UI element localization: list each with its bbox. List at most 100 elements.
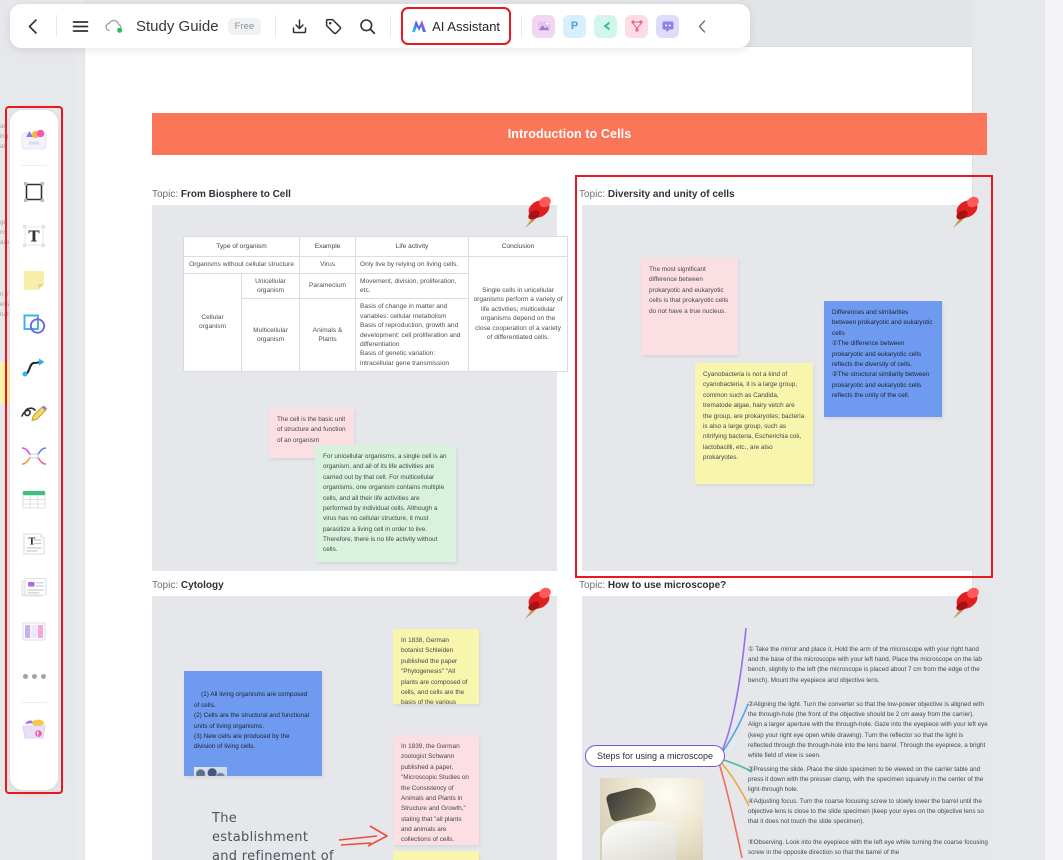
sticky-note-partial-bottom[interactable] [393, 851, 479, 860]
organism-table: Type of organism Example Life activity C… [182, 235, 569, 372]
chat-app-icon[interactable] [656, 14, 680, 38]
topic-title-4: How to use microscope? [607, 580, 727, 591]
topic-prefix: Topic: [579, 580, 606, 591]
topic-title-1: From Biosphere to Cell [180, 189, 291, 200]
ai-assistant-button[interactable]: AI Assistant [401, 7, 512, 45]
cell-micrograph-thumbnail [194, 767, 227, 776]
templates-icon [21, 129, 47, 150]
more-tools[interactable] [14, 655, 54, 697]
sticky-note-schleiden-1838[interactable]: In 1838, German botanist Schleiden publi… [393, 629, 479, 704]
microscope-step-2: ②Aligning the light. Turn the converter … [748, 701, 988, 759]
cell-type-1: Organisms without cellular structure [182, 256, 301, 274]
shape-icon [23, 314, 46, 334]
plan-badge: Free [227, 17, 262, 35]
topic-label-3: Topic: Cytology [152, 580, 224, 591]
frame-icon [24, 182, 44, 202]
handwritten-cell-theory-label: The establishment and refinement of the … [212, 811, 334, 860]
upload-tool[interactable] [14, 708, 54, 750]
kanban-icon [22, 622, 46, 641]
mindmap-node-steps[interactable]: Steps for using a microscope [585, 745, 726, 767]
document-tool[interactable]: T [14, 523, 54, 565]
upload-basket-icon [22, 719, 46, 739]
connector-tool[interactable] [14, 347, 54, 389]
topic-prefix: Topic: [152, 580, 179, 591]
sticky-note-icon [24, 271, 44, 290]
cell-type-group: Cellular organism [183, 272, 242, 372]
microscope-step-5: ⑤Observing. Look into the eyepiece with … [748, 839, 988, 857]
cell-conclusion: Single cells in unicellular organisms pe… [468, 256, 569, 372]
pen-icon [21, 405, 47, 421]
sticky-note-unicellular-organisms[interactable]: For unicellular organisms, a single cell… [315, 445, 456, 562]
search-icon [359, 18, 375, 34]
svg-text:T: T [28, 228, 40, 246]
toolbar-divider [275, 15, 277, 37]
presentation-app-icon[interactable]: P [563, 14, 587, 38]
topic-title-2: Diversity and unity of cells [607, 189, 735, 200]
left-tool-panel: T T [10, 110, 58, 790]
sticky-note-tool[interactable] [14, 259, 54, 301]
obscured-note-fragment [0, 362, 10, 404]
download-icon [292, 18, 306, 33]
image-icon [537, 21, 550, 31]
document-icon: T [23, 533, 45, 555]
menu-button[interactable] [63, 9, 97, 43]
canvas-vertical-scrollbar[interactable] [1045, 0, 1063, 860]
col-type-of-organism: Type of organism [182, 235, 301, 258]
col-conclusion: Conclusion [468, 235, 569, 258]
concept-map-app-icon[interactable] [594, 14, 618, 38]
page-title: Introduction to Cells [507, 127, 632, 141]
cell-life-2: Movement, division, proliferation, etc. [355, 272, 470, 300]
text-icon: T [22, 224, 46, 248]
sticky-note-differences-similarities[interactable]: Differences and similarities between pro… [824, 301, 942, 417]
sticky-note-cell-theory-points[interactable]: (1) All living organisms are composed of… [184, 671, 322, 776]
document-left-gutter [74, 47, 85, 860]
pen-tool[interactable] [14, 391, 54, 433]
table-icon [22, 490, 46, 509]
connector-icon [22, 358, 45, 377]
sticky-note-prokaryotic-difference[interactable]: The most significant difference between … [641, 258, 738, 355]
more-dots-icon [22, 673, 46, 679]
frame-tool[interactable] [14, 171, 54, 213]
table-tool[interactable] [14, 479, 54, 521]
sticky-note-cyanobacteria[interactable]: Cyanobacteria is not a kind of cyanobact… [695, 363, 813, 484]
ai-assistant-logo-icon [412, 20, 427, 32]
microscope-step-1: ① Take the mirror and place it. Hold the… [748, 646, 984, 684]
chevron-left-icon [698, 19, 705, 33]
topic-prefix: Topic: [152, 189, 179, 200]
top-toolbar: Study Guide Free AI Assistant P [10, 4, 750, 48]
toolbar-divider [521, 15, 523, 37]
download-button[interactable] [282, 9, 316, 43]
mindmap-app-icon[interactable] [625, 14, 649, 38]
templates-tool[interactable] [14, 118, 54, 160]
topic-title-3: Cytology [180, 580, 224, 591]
document-title[interactable]: Study Guide [136, 18, 219, 35]
image-app-icon[interactable] [532, 14, 556, 38]
cell-subtype-3: Multicellular organism [240, 298, 301, 372]
cell-subtype-2: Unicellular organism [240, 272, 301, 300]
mindmap-tool[interactable] [14, 435, 54, 477]
cloud-status-button[interactable] [97, 9, 131, 43]
card-tool[interactable] [14, 567, 54, 609]
mindmap-icon [630, 20, 643, 32]
chevron-left-icon [28, 18, 37, 34]
search-button[interactable] [350, 9, 384, 43]
shape-tool[interactable] [14, 303, 54, 345]
sticky-note-schwann-1839[interactable]: In 1839, the German zoologist Schwann pu… [393, 735, 479, 845]
cell-example-3: Animals & Plants [299, 298, 357, 372]
kanban-tool[interactable] [14, 611, 54, 653]
back-button[interactable] [16, 9, 50, 43]
topic-label-4: Topic: How to use microscope? [579, 580, 726, 591]
collapse-apps-button[interactable] [685, 9, 719, 43]
panel-divider [21, 702, 47, 703]
tag-button[interactable] [316, 9, 350, 43]
concept-map-icon [603, 21, 610, 31]
table-header-row: Type of organism Example Life activity C… [182, 235, 569, 258]
document-banner: Introduction to Cells [152, 113, 987, 155]
microscope-step-4: ④Adjusting focus. Turn the coarse focusi… [748, 798, 986, 826]
cell-example-1: Virus [299, 256, 357, 274]
cell-example-2: Paramecium [299, 272, 357, 300]
svg-text:T: T [29, 538, 36, 548]
panel-divider [21, 165, 47, 166]
topic-label-1: Topic: From Biosphere to Cell [152, 189, 291, 200]
text-tool[interactable]: T [14, 215, 54, 257]
